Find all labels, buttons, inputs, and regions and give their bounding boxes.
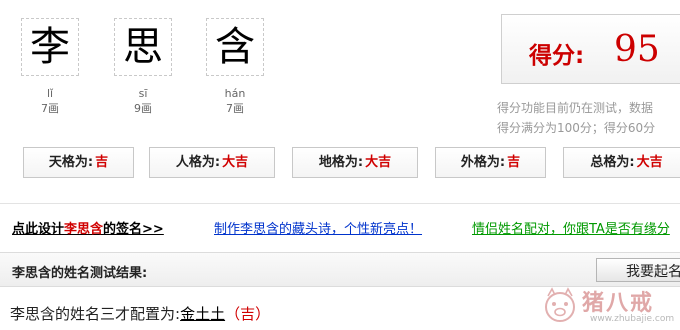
char-tile: 李 — [21, 18, 79, 76]
name-char-1: 李 lǐ 7画 — [21, 18, 79, 115]
grid-di[interactable]: 地格为: 大吉 — [292, 147, 418, 178]
score-panel: 得分: 95 — [501, 14, 680, 84]
grid-value: 大吉 — [222, 155, 249, 170]
char-strokes: 7画 — [226, 102, 244, 115]
grid-label: 天格为: — [48, 155, 94, 170]
grid-zong[interactable]: 总格为: 大吉 — [563, 147, 680, 178]
watermark-text: 猪八戒 — [582, 290, 655, 316]
result-title: 李思含的姓名测试结果: — [12, 266, 148, 281]
score-value: 95 — [614, 29, 660, 70]
char-tile: 思 — [114, 18, 172, 76]
name-char-3: 含 hán 7画 — [206, 18, 264, 115]
grid-value: 吉 — [95, 155, 109, 170]
grid-value: 吉 — [507, 155, 521, 170]
design-signature-link[interactable]: 点此设计李思含的签名>> — [12, 218, 164, 237]
sancai-prefix: 李思含的姓名三才配置为: — [10, 305, 181, 323]
grid-value: 大吉 — [365, 155, 392, 170]
link-name-highlight: 李思含 — [64, 222, 104, 237]
char-pinyin: lǐ — [46, 87, 54, 100]
name-char-2: 思 sī 9画 — [114, 18, 172, 115]
grid-label: 外格为: — [460, 155, 506, 170]
char-strokes: 9画 — [134, 102, 152, 115]
grid-label: 人格为: — [175, 155, 221, 170]
sancai-elements-link[interactable]: 金土土 — [180, 305, 225, 323]
result-bar: 李思含的姓名测试结果: 我要起名 — [0, 252, 680, 287]
sancai-line: 李思含的姓名三才配置为:金土土（吉） — [10, 303, 270, 324]
divider — [0, 203, 680, 204]
watermark-url: www.zhubajie.com — [590, 314, 675, 324]
grid-ren[interactable]: 人格为: 大吉 — [149, 147, 275, 178]
grid-label: 总格为: — [590, 155, 635, 170]
score-note-line1: 得分功能目前仍在测试，数据 — [497, 101, 654, 115]
char-pinyin: sī — [138, 87, 148, 100]
char-pinyin: hán — [224, 87, 246, 100]
link-text: 的签名>> — [103, 222, 164, 237]
grid-wai[interactable]: 外格为: 吉 — [435, 147, 546, 178]
pig-mascot-icon — [545, 287, 575, 322]
naming-button[interactable]: 我要起名 — [596, 258, 680, 282]
char-tile: 含 — [206, 18, 264, 76]
grid-value: 大吉 — [636, 155, 663, 170]
sancai-luck: （吉） — [225, 305, 271, 323]
char-strokes: 7画 — [41, 102, 59, 115]
acrostic-poem-link[interactable]: 制作李思含的藏头诗，个性新亮点！ — [214, 218, 422, 237]
watermark-logo: 猪八戒 www.zhubajie.com — [538, 283, 680, 330]
couple-match-link[interactable]: 情侣姓名配对，你跟TA是否有缘分 — [472, 218, 670, 237]
score-note-line2: 得分满分为100分；得分60分 — [497, 121, 656, 135]
link-text: 点此设计 — [12, 222, 65, 237]
grid-tian[interactable]: 天格为: 吉 — [23, 147, 134, 178]
grid-label: 地格为: — [318, 155, 364, 170]
score-label: 得分: — [529, 43, 585, 69]
